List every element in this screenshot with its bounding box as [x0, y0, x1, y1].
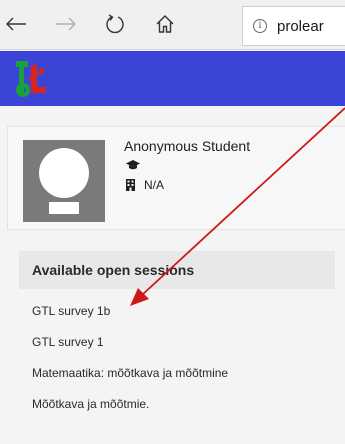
avatar-body-shape — [49, 202, 79, 214]
graduation-cap-icon — [126, 160, 140, 170]
session-item-gtl-survey-1b[interactable]: GTL survey 1b — [32, 304, 110, 318]
school-row: N/A — [126, 177, 164, 193]
back-arrow-icon — [6, 17, 26, 31]
home-icon — [156, 15, 174, 33]
building-icon — [126, 179, 135, 191]
home-button[interactable] — [151, 10, 179, 38]
open-sessions-panel: Available open sessions GTL survey 1b GT… — [19, 251, 335, 431]
url-text: prolear — [277, 18, 324, 35]
main-content: Anonymous Student N/A Available open ses… — [0, 106, 345, 444]
sessions-header: Available open sessions — [19, 251, 335, 289]
forward-button[interactable] — [52, 10, 80, 38]
back-button[interactable] — [2, 10, 30, 38]
session-item-gtl-survey-1[interactable]: GTL survey 1 — [32, 335, 104, 349]
refresh-icon — [106, 14, 124, 34]
session-item-mootkava[interactable]: Mõõtkava ja mõõtmie. — [32, 397, 149, 411]
avatar — [23, 140, 105, 222]
app-header — [0, 51, 345, 106]
sessions-title: Available open sessions — [32, 262, 195, 278]
app-logo-icon[interactable] — [10, 57, 52, 101]
school-value: N/A — [144, 178, 165, 192]
student-name: Anonymous Student — [124, 138, 251, 154]
info-icon[interactable]: i — [253, 19, 267, 33]
browser-toolbar: i prolear — [0, 0, 345, 50]
profile-card: Anonymous Student N/A — [7, 126, 345, 230]
address-bar[interactable]: i prolear — [242, 6, 345, 46]
session-item-matemaatika[interactable]: Matemaatika: mõõtkava ja mõõtmine — [32, 366, 228, 380]
avatar-head-shape — [39, 148, 89, 198]
refresh-button[interactable] — [101, 10, 129, 38]
forward-arrow-icon — [56, 17, 76, 31]
